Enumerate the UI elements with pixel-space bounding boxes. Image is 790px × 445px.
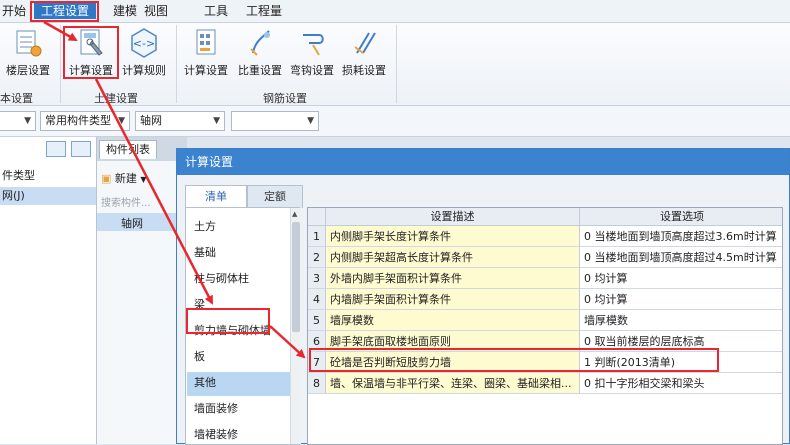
component-value: 轴网 [140, 114, 162, 127]
setting-description-cell[interactable]: 墙厚模数 [326, 310, 580, 331]
component-type-value: 常用构件类型 [45, 114, 111, 127]
menu-view[interactable]: 视图 [144, 3, 168, 19]
category-item[interactable]: 土方 [194, 218, 216, 234]
svg-text:<->: <-> [133, 37, 155, 50]
row-number: 1 [308, 226, 326, 247]
scroll-up-icon[interactable]: ▲ [292, 210, 297, 218]
loss-settings-icon [354, 32, 376, 54]
loss-settings-button[interactable]: 损耗设置 [340, 27, 388, 78]
floor-settings-icon [16, 30, 42, 57]
chevron-down-icon: ▼ [24, 116, 31, 126]
menu-quantities[interactable]: 工程量 [246, 3, 282, 19]
list-item-label: 轴网 [121, 217, 143, 230]
component-search-input[interactable]: 搜索构件... [101, 194, 181, 209]
rebar-calc-settings-icon [196, 29, 216, 55]
column-header-option: 设置选项 [580, 208, 782, 226]
component-list-tabs: 构件列表 [97, 137, 187, 161]
weight-settings-icon [250, 30, 270, 56]
scroll-thumb[interactable] [292, 222, 300, 332]
setting-option-cell[interactable]: 0 均计算 [580, 289, 782, 310]
floor-settings-label: 楼层设置 [6, 64, 50, 77]
calc-rules-button[interactable]: <-> 计算规则 [120, 27, 168, 78]
row-number: 4 [308, 289, 326, 310]
chevron-down-icon: ▼ [307, 116, 314, 126]
group-divider [396, 25, 397, 103]
tree-item-component-type[interactable]: 件类型 [0, 167, 96, 185]
weight-settings-button[interactable]: 比重设置 [236, 27, 284, 78]
menu-modeling[interactable]: 建模 [113, 3, 137, 19]
highlight-box-menu [30, 1, 99, 22]
rebar-calc-settings-button[interactable]: 计算设置 [182, 27, 230, 78]
column-header-description: 设置描述 [326, 208, 580, 226]
setting-description-cell[interactable]: 墙、保温墙与非平行梁、连梁、圈梁、基础梁相... [326, 373, 580, 394]
hook-settings-icon [303, 34, 324, 56]
category-item[interactable]: 基础 [194, 244, 216, 260]
row-number: 8 [308, 373, 326, 394]
highlight-box-calc-button [63, 26, 119, 79]
tree-view-icon[interactable] [71, 141, 91, 157]
setting-description-cell[interactable]: 内侧脚手架长度计算条件 [326, 226, 580, 247]
group-divider [60, 25, 61, 103]
chevron-down-icon: ▼ [213, 116, 220, 126]
calc-rules-icon: <-> [131, 28, 157, 58]
floor-settings-button[interactable]: 楼层设置 [4, 27, 52, 78]
civil-settings-group-label: 土建设置 [94, 92, 138, 105]
group-divider [176, 25, 177, 103]
component-list-panel: 构件列表 ▣ 新建 ▼ 搜索构件... 轴网 [97, 137, 187, 444]
setting-option-cell[interactable]: 0 当楼地面到墙顶高度超过3.6m时计算 [580, 226, 782, 247]
tab-quota[interactable]: 定额 [247, 185, 303, 208]
component-select[interactable]: 轴网 ▼ [135, 111, 225, 131]
setting-option-cell[interactable]: 0 当楼地面到墙顶高度超过4.5m时计算 [580, 247, 782, 268]
setting-option-cell[interactable]: 0 扣十字形相交梁和梁头 [580, 373, 782, 394]
component-type-select[interactable]: 常用构件类型 ▼ [40, 111, 130, 131]
dialog-title: 计算设置 [177, 149, 789, 175]
row-number: 5 [308, 310, 326, 331]
highlight-box-category [186, 308, 270, 334]
category-scrollbar[interactable]: ▲ [290, 208, 301, 444]
category-item[interactable]: 墙裙装修 [194, 426, 238, 442]
new-label: 新建 [114, 172, 137, 185]
list-item[interactable]: 轴网 [97, 213, 187, 231]
setting-description-cell[interactable]: 内侧脚手架超高长度计算条件 [326, 247, 580, 268]
new-button[interactable]: ▣ 新建 ▼ [101, 170, 147, 186]
setting-description-cell[interactable]: 内墙脚手架面积计算条件 [326, 289, 580, 310]
settings-grid: 设置描述 设置选项 1 内侧脚手架长度计算条件 0 当楼地面到墙顶高度超过3.6m时… [307, 207, 783, 445]
list-view-icon[interactable] [46, 141, 66, 157]
setting-option-cell[interactable]: 墙厚模数 [580, 310, 782, 331]
menu-bar: 开始 工程设置 建模 视图 工具 工程量 [0, 0, 790, 23]
calc-rules-label: 计算规则 [122, 64, 166, 77]
menu-start[interactable]: 开始 [2, 3, 26, 19]
category-item[interactable]: 柱与砌体柱 [194, 270, 249, 286]
component-tree-panel: 件类型 网(J) [0, 137, 97, 444]
row-number: 2 [308, 247, 326, 268]
highlight-box-row-7 [309, 348, 719, 372]
component-name-select[interactable]: ▼ [231, 111, 319, 131]
hook-settings-button[interactable]: 弯钩设置 [288, 27, 336, 78]
tab-bill[interactable]: 清单 [185, 185, 247, 208]
basic-settings-group-label: 本设置 [0, 92, 33, 105]
category-item[interactable]: 墙面装修 [194, 400, 238, 416]
chevron-down-icon: ▼ [140, 175, 147, 184]
rebar-calc-settings-label: 计算设置 [184, 64, 228, 77]
setting-description-cell[interactable]: 外墙内脚手架面积计算条件 [326, 268, 580, 289]
tree-item-axis-grid[interactable]: 网(J) [0, 187, 96, 205]
hook-settings-label: 弯钩设置 [290, 64, 334, 77]
category-item[interactable]: 板 [194, 348, 205, 364]
new-icon: ▣ [101, 172, 112, 185]
tab-component-list[interactable]: 构件列表 [99, 140, 157, 159]
loss-settings-label: 损耗设置 [342, 64, 386, 77]
floor-select[interactable]: ▼ [0, 111, 36, 131]
weight-settings-label: 比重设置 [238, 64, 282, 77]
category-item[interactable]: 其他 [194, 374, 216, 390]
calc-settings-dialog: 计算设置 清单 定额 土方 基础 柱与砌体柱 梁 剪力墙与砌体墙 板 其他 墙面… [176, 148, 790, 445]
rebar-settings-group-label: 钢筋设置 [263, 92, 307, 105]
component-toolbar: ▼ 常用构件类型 ▼ 轴网 ▼ ▼ [0, 106, 790, 137]
grid-corner [308, 208, 326, 226]
menu-tools[interactable]: 工具 [204, 3, 228, 19]
chevron-down-icon: ▼ [118, 116, 125, 126]
row-number: 3 [308, 268, 326, 289]
setting-option-cell[interactable]: 0 均计算 [580, 268, 782, 289]
